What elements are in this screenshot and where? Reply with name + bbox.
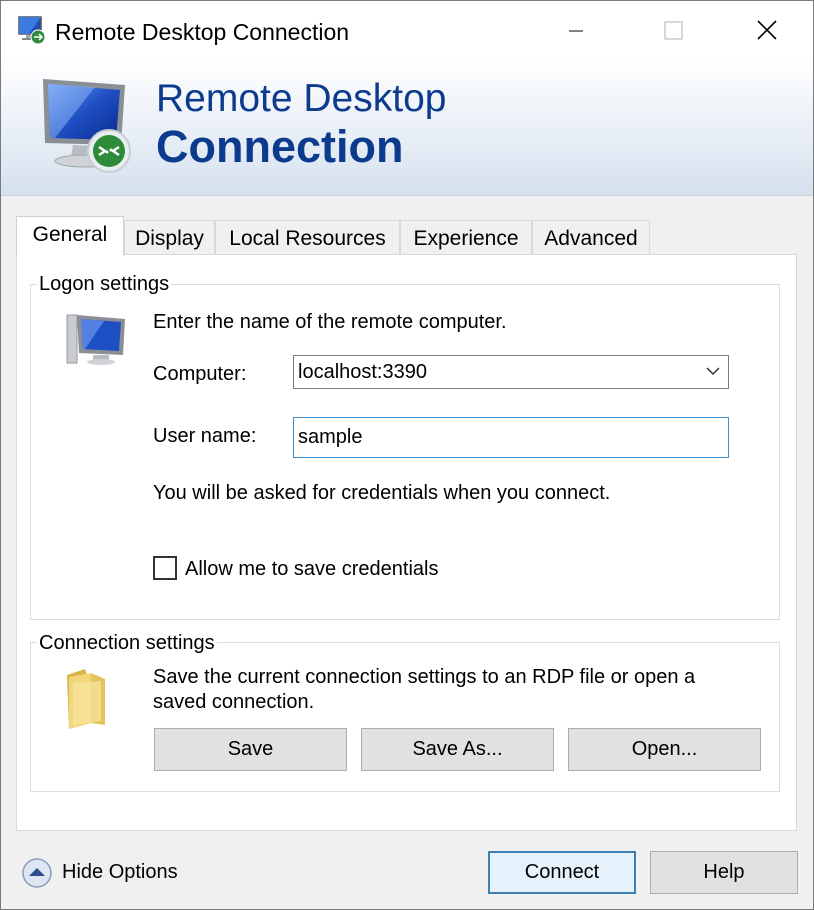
username-input[interactable] (293, 417, 729, 458)
credentials-note: You will be asked for credentials when y… (153, 482, 611, 504)
computer-value: localhost:3390 (298, 361, 427, 383)
title-bar[interactable]: Remote Desktop Connection (1, 1, 813, 59)
tab-general[interactable]: General (16, 216, 124, 256)
close-icon (757, 20, 777, 40)
minimize-icon (569, 30, 583, 32)
computer-icon (59, 311, 129, 367)
hide-options-label[interactable]: Hide Options (62, 860, 178, 884)
chevron-down-icon (706, 367, 720, 376)
chevron-up-circle-icon (22, 858, 52, 888)
app-icon (17, 15, 47, 45)
banner-title-line1: Remote Desktop (156, 77, 447, 120)
save-as-button[interactable]: Save As... (361, 728, 554, 771)
remote-desktop-monitor-icon (35, 73, 145, 183)
maximize-button[interactable] (627, 1, 719, 59)
tab-experience[interactable]: Experience (400, 220, 532, 256)
rdp-window: Remote Desktop Connection Remote Desktop… (0, 0, 814, 910)
maximize-icon (664, 21, 683, 40)
folder-icon (61, 665, 125, 731)
hide-options-toggle[interactable] (21, 857, 53, 889)
open-button[interactable]: Open... (568, 728, 761, 771)
close-button[interactable] (721, 1, 813, 59)
logon-instruction: Enter the name of the remote computer. (153, 311, 507, 333)
logon-settings-label: Logon settings (37, 272, 172, 296)
save-button[interactable]: Save (154, 728, 347, 771)
tab-display[interactable]: Display (124, 220, 215, 256)
computer-combobox[interactable]: localhost:3390 (293, 355, 729, 389)
tab-local-resources[interactable]: Local Resources (215, 220, 400, 256)
connection-description-line2: saved connection. (153, 691, 315, 713)
banner-title-line2: Connection (156, 121, 404, 172)
connection-settings-label: Connection settings (37, 631, 217, 655)
save-credentials-checkbox[interactable] (153, 556, 177, 580)
window-title: Remote Desktop Connection (55, 19, 350, 45)
minimize-button[interactable] (529, 1, 621, 59)
computer-label: Computer: (153, 363, 247, 385)
connection-description-line1: Save the current connection settings to … (153, 666, 696, 688)
help-button[interactable]: Help (650, 851, 798, 894)
save-credentials-label[interactable]: Allow me to save credentials (185, 557, 438, 581)
username-label: User name: (153, 425, 257, 447)
banner: Remote Desktop Connection (1, 59, 813, 196)
tab-advanced[interactable]: Advanced (532, 220, 650, 256)
connect-button[interactable]: Connect (488, 851, 636, 894)
